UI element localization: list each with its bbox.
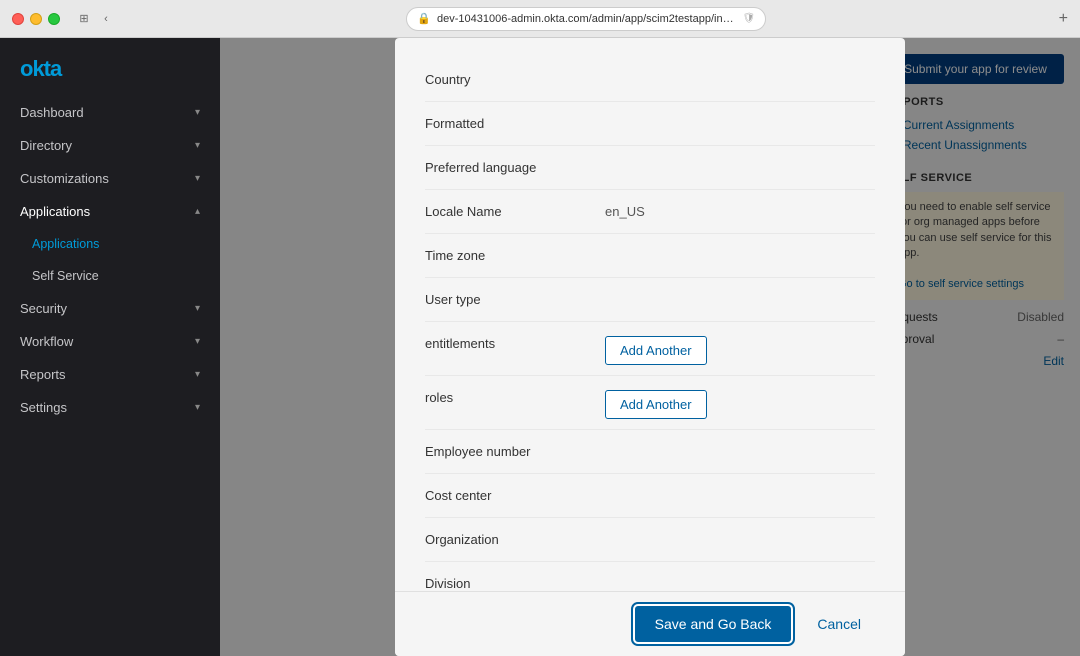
sidebar-nav: Dashboard ▾ Directory ▾ Customizations ▾… bbox=[0, 96, 220, 656]
chevron-down-icon: ▾ bbox=[195, 303, 200, 314]
form-row-employee-number: Employee number bbox=[425, 430, 875, 474]
modal-dialog: Country Formatted Preferred language Loc… bbox=[395, 38, 905, 656]
label-user-type: User type bbox=[425, 288, 605, 307]
form-row-organization: Organization bbox=[425, 518, 875, 562]
label-organization: Organization bbox=[425, 528, 605, 547]
sidebar-item-settings[interactable]: Settings ▾ bbox=[0, 391, 220, 424]
label-roles: roles bbox=[425, 386, 605, 405]
sidebar-label-reports: Reports bbox=[20, 367, 66, 382]
sidebar-label-self-service: Self Service bbox=[32, 269, 99, 283]
value-employee-number bbox=[605, 440, 875, 444]
okta-logo: okta bbox=[0, 38, 220, 96]
chevron-down-icon: ▾ bbox=[195, 140, 200, 151]
sidebar-label-dashboard: Dashboard bbox=[20, 105, 84, 120]
value-country bbox=[605, 68, 875, 72]
sidebar-item-security[interactable]: Security ▾ bbox=[0, 292, 220, 325]
modal-body: Country Formatted Preferred language Loc… bbox=[395, 38, 905, 591]
chevron-down-icon: ▾ bbox=[195, 107, 200, 118]
sidebar-item-applications[interactable]: Applications ▴ bbox=[0, 195, 220, 228]
sidebar-label-applications-sub: Applications bbox=[32, 237, 99, 251]
modal-footer: Save and Go Back Cancel bbox=[395, 591, 905, 656]
form-row-time-zone: Time zone bbox=[425, 234, 875, 278]
shield-icon: 🛡 bbox=[743, 13, 756, 24]
sidebar: okta Dashboard ▾ Directory ▾ Customizati… bbox=[0, 38, 220, 656]
sidebar-label-directory: Directory bbox=[20, 138, 72, 153]
title-bar: ⊞ ‹ 🔒 dev-10431006-admin.okta.com/admin/… bbox=[0, 0, 1080, 38]
sidebar-label-settings: Settings bbox=[20, 400, 67, 415]
form-row-formatted: Formatted bbox=[425, 102, 875, 146]
form-row-division: Division bbox=[425, 562, 875, 591]
tab-grid-icon[interactable]: ⊞ bbox=[76, 11, 92, 27]
add-another-roles-button[interactable]: Add Another bbox=[605, 390, 707, 419]
label-country: Country bbox=[425, 68, 605, 87]
traffic-lights bbox=[12, 13, 60, 25]
window-controls: ⊞ ‹ bbox=[76, 11, 114, 27]
chevron-down-icon: ▾ bbox=[195, 402, 200, 413]
value-division bbox=[605, 572, 875, 576]
modal-overlay: Country Formatted Preferred language Loc… bbox=[220, 38, 1080, 656]
minimize-button[interactable] bbox=[30, 13, 42, 25]
sidebar-item-directory[interactable]: Directory ▾ bbox=[0, 129, 220, 162]
value-roles: Add Another bbox=[605, 386, 875, 419]
sidebar-item-workflow[interactable]: Workflow ▾ bbox=[0, 325, 220, 358]
label-entitlements: entitlements bbox=[425, 332, 605, 351]
label-locale-name: Locale Name bbox=[425, 200, 605, 219]
form-row-roles: roles Add Another bbox=[425, 376, 875, 430]
app-container: okta Dashboard ▾ Directory ▾ Customizati… bbox=[0, 38, 1080, 656]
form-row-locale-name: Locale Name en_US bbox=[425, 190, 875, 234]
sidebar-item-customizations[interactable]: Customizations ▾ bbox=[0, 162, 220, 195]
label-employee-number: Employee number bbox=[425, 440, 605, 459]
content-area: Submit your app for review REPORTS ☰ Cur… bbox=[220, 38, 1080, 656]
sidebar-item-self-service[interactable]: Self Service bbox=[0, 260, 220, 292]
value-formatted bbox=[605, 112, 875, 116]
value-preferred-language bbox=[605, 156, 875, 160]
value-organization bbox=[605, 528, 875, 532]
label-division: Division bbox=[425, 572, 605, 591]
sidebar-item-applications-sub[interactable]: Applications bbox=[0, 228, 220, 260]
cancel-button[interactable]: Cancel bbox=[803, 606, 875, 642]
maximize-button[interactable] bbox=[48, 13, 60, 25]
form-row-user-type: User type bbox=[425, 278, 875, 322]
add-another-entitlements-button[interactable]: Add Another bbox=[605, 336, 707, 365]
sidebar-item-dashboard[interactable]: Dashboard ▾ bbox=[0, 96, 220, 129]
label-cost-center: Cost center bbox=[425, 484, 605, 503]
form-row-entitlements: entitlements Add Another bbox=[425, 322, 875, 376]
value-locale-name: en_US bbox=[605, 200, 875, 219]
sidebar-label-security: Security bbox=[20, 301, 67, 316]
address-input[interactable]: 🔒 dev-10431006-admin.okta.com/admin/app/… bbox=[406, 7, 766, 31]
url-text: dev-10431006-admin.okta.com/admin/app/sc… bbox=[437, 13, 737, 25]
new-tab-button[interactable]: + bbox=[1059, 10, 1068, 28]
form-row-country: Country bbox=[425, 58, 875, 102]
save-go-back-button[interactable]: Save and Go Back bbox=[635, 606, 792, 642]
value-time-zone bbox=[605, 244, 875, 248]
form-row-cost-center: Cost center bbox=[425, 474, 875, 518]
label-time-zone: Time zone bbox=[425, 244, 605, 263]
sidebar-item-reports[interactable]: Reports ▾ bbox=[0, 358, 220, 391]
chevron-down-icon: ▾ bbox=[195, 336, 200, 347]
sidebar-label-customizations: Customizations bbox=[20, 171, 109, 186]
chevron-up-icon: ▴ bbox=[195, 206, 200, 217]
sidebar-label-applications: Applications bbox=[20, 204, 90, 219]
label-preferred-language: Preferred language bbox=[425, 156, 605, 175]
address-bar: 🔒 dev-10431006-admin.okta.com/admin/app/… bbox=[122, 7, 1051, 31]
chevron-down-icon: ▾ bbox=[195, 173, 200, 184]
back-icon[interactable]: ‹ bbox=[98, 11, 114, 27]
close-button[interactable] bbox=[12, 13, 24, 25]
chevron-down-icon: ▾ bbox=[195, 369, 200, 380]
value-cost-center bbox=[605, 484, 875, 488]
value-entitlements: Add Another bbox=[605, 332, 875, 365]
sidebar-label-workflow: Workflow bbox=[20, 334, 73, 349]
value-user-type bbox=[605, 288, 875, 292]
form-row-preferred-language: Preferred language bbox=[425, 146, 875, 190]
label-formatted: Formatted bbox=[425, 112, 605, 131]
